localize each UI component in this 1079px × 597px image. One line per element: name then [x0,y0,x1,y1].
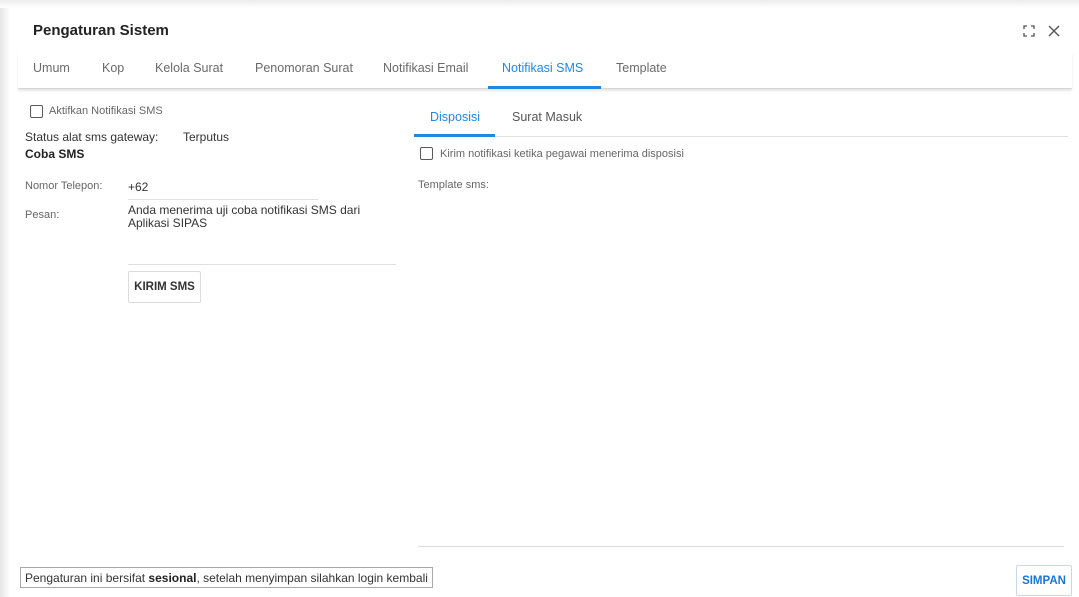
window-shadow-top [0,0,1079,8]
tab-notifikasi-sms[interactable]: Notifikasi SMS [502,61,583,75]
subtab-surat-masuk[interactable]: Surat Masuk [512,110,582,124]
expand-icon[interactable] [1021,23,1037,39]
tab-kop[interactable]: Kop [102,61,124,75]
active-subtab-indicator [414,134,495,137]
test-sms-heading: Coba SMS [25,147,85,161]
tab-penomoran-surat[interactable]: Penomoran Surat [255,61,353,75]
window-title: Pengaturan Sistem [33,22,169,39]
gateway-status-value: Terputus [183,130,230,144]
message-textarea[interactable]: Anda menerima uji coba notifikasi SMS da… [128,204,396,265]
gateway-status-label: Status alat sms gateway: [25,130,159,144]
notify-disposition-checkbox[interactable] [420,147,433,160]
settings-tabbar: Umum Kop Kelola Surat Penomoran Surat No… [18,52,1072,89]
notify-disposition-label: Kirim notifikasi ketika pegawai menerima… [440,148,684,160]
subtab-disposisi[interactable]: Disposisi [430,110,480,124]
session-note: Pengaturan ini bersifat sesional, setela… [20,567,433,588]
message-label: Pesan: [25,209,60,221]
close-icon[interactable] [1046,23,1062,39]
phone-label: Nomor Telepon: [25,180,103,192]
enable-sms-label: Aktifkan Notifikasi SMS [49,105,163,117]
notification-subtabs: Disposisi Surat Masuk [414,103,1068,137]
session-note-bold: sesional [148,571,197,585]
template-sms-textarea[interactable] [418,196,1064,547]
send-sms-button[interactable]: KIRIM SMS [128,271,201,303]
session-note-prefix: Pengaturan ini bersifat [25,571,149,585]
save-button[interactable]: SIMPAN [1016,565,1072,596]
session-note-suffix: , setelah menyimpan silahkan login kemba… [196,571,428,585]
tab-notifikasi-email[interactable]: Notifikasi Email [383,61,468,75]
active-tab-indicator [488,86,601,89]
tab-template[interactable]: Template [616,61,667,75]
window-shadow-left [0,0,10,597]
enable-sms-checkbox[interactable] [30,105,43,118]
tab-kelola-surat[interactable]: Kelola Surat [155,61,223,75]
phone-input[interactable] [128,175,318,200]
tab-umum[interactable]: Umum [33,61,70,75]
template-sms-label: Template sms: [418,179,489,191]
